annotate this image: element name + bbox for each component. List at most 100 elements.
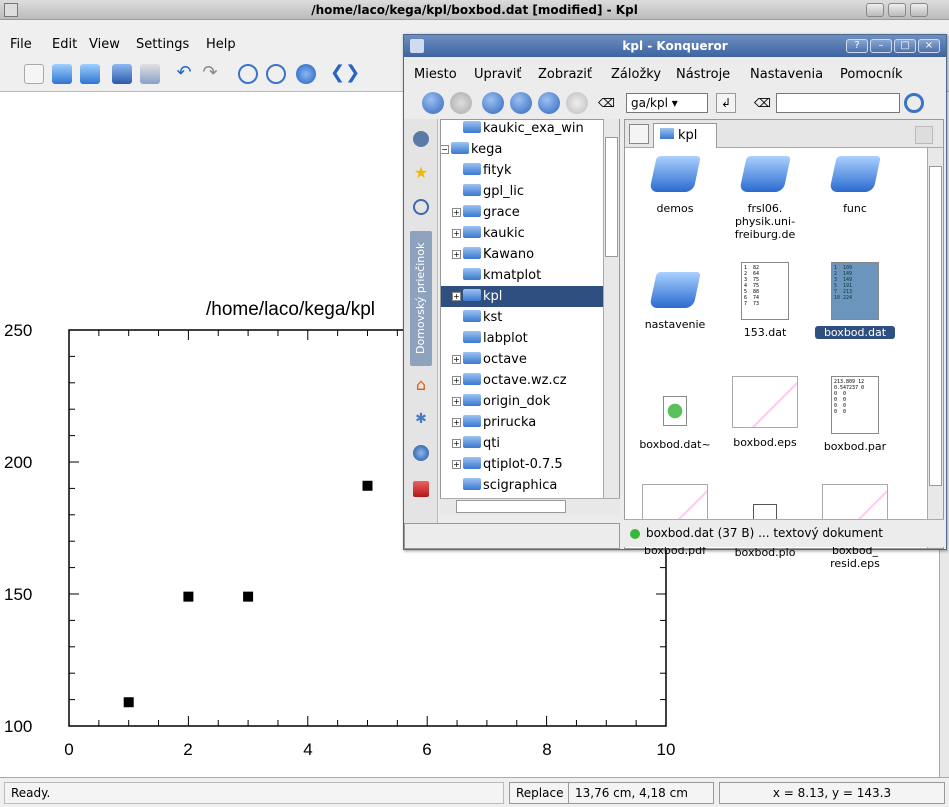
menu-nastroje[interactable]: Nástroje (676, 67, 730, 82)
tree-horizontal-scrollbar[interactable] (440, 498, 620, 515)
file-item[interactable]: boxbod.dat~ (635, 376, 715, 451)
autoscale-icon[interactable]: ❮❯ (330, 64, 360, 84)
zoom-out-icon[interactable] (266, 64, 286, 84)
file-item[interactable]: 1 109 2 149 3 149 5 191 7 213 10 224 boxb… (815, 262, 895, 339)
file-item[interactable]: demos (635, 146, 715, 215)
reload-icon[interactable] (538, 92, 560, 114)
menu-zobrazit[interactable]: Zobraziť (538, 67, 592, 82)
tree-vertical-scrollbar[interactable] (603, 119, 619, 515)
root-folder-icon[interactable] (413, 481, 429, 497)
menu-zalozky[interactable]: Záložky (611, 67, 661, 82)
search-input[interactable] (776, 93, 900, 113)
maximize-button[interactable]: □ (894, 39, 916, 53)
minimize-button[interactable]: – (870, 39, 892, 53)
minimize-button[interactable] (866, 3, 884, 17)
network-icon[interactable] (413, 445, 429, 461)
new-file-icon[interactable] (24, 64, 44, 84)
history-icon[interactable] (413, 199, 429, 215)
tab-kpl[interactable]: kpl (653, 123, 717, 148)
folder-icon (829, 156, 881, 192)
tree-node-qtiplot-0-7-5[interactable]: qtiplot-0.7.5 (441, 454, 604, 475)
home-icon[interactable]: ⌂ (413, 377, 429, 393)
redo-icon[interactable]: ↷ (200, 64, 220, 84)
stop-icon[interactable] (566, 92, 588, 114)
menu-settings[interactable]: Settings (136, 37, 189, 52)
open-file-icon[interactable] (52, 64, 72, 84)
expand-toggle[interactable]: + (452, 208, 461, 217)
expand-toggle[interactable]: + (452, 376, 461, 385)
forward-icon[interactable] (450, 92, 472, 114)
close-button[interactable]: × (918, 39, 940, 53)
file-item[interactable]: boxbod.eps (725, 376, 805, 449)
file-item[interactable]: frsl06. physik.uni- freiburg.de (725, 146, 805, 241)
clear-location-icon[interactable]: ⌫ (598, 96, 615, 110)
tree-node-kst[interactable]: kst (441, 307, 604, 328)
main-scroll-strip[interactable] (939, 550, 949, 777)
tree-node-fityk[interactable]: fityk (441, 160, 604, 181)
tree-node-gpl-lic[interactable]: gpl_lic (441, 181, 604, 202)
folder-tree[interactable]: kaukic_exa_win kega − fityk gpl_lic grace + kau… (440, 119, 620, 515)
tree-node-origin-dok[interactable]: origin_dok (441, 391, 604, 412)
back-icon[interactable] (422, 92, 444, 114)
tree-node-kpl[interactable]: kpl (441, 286, 604, 307)
tree-node-grace[interactable]: grace (441, 202, 604, 223)
expand-toggle[interactable]: + (452, 250, 461, 259)
bookmarks-sidebar-icon[interactable] (413, 131, 429, 147)
expand-toggle[interactable]: + (452, 397, 461, 406)
expand-toggle[interactable]: + (452, 439, 461, 448)
tree-node-prirucka[interactable]: prirucka (441, 412, 604, 433)
up-icon[interactable] (482, 92, 504, 114)
print-icon[interactable] (140, 64, 160, 84)
home-icon[interactable] (510, 92, 532, 114)
expand-toggle[interactable]: + (452, 355, 461, 364)
file-item[interactable]: nastavenie (635, 262, 715, 331)
expand-toggle[interactable]: + (452, 418, 461, 427)
menu-upravit[interactable]: Upraviť (474, 67, 521, 82)
home-folder-sidebar-tab[interactable]: Domovský priečinok (410, 231, 432, 366)
file-icon-view[interactable]: kpl demos frsl06. physik.uni- freiburg.de… (624, 119, 944, 570)
tree-node-octave-wz-cz[interactable]: octave.wz.cz (441, 370, 604, 391)
backup-file-icon (663, 396, 687, 426)
file-item[interactable]: 213.809 12 0.547237 0 0 0 0 0 0 0 0 0 box… (815, 376, 895, 453)
expand-toggle[interactable]: − (441, 145, 449, 154)
x-tick-labels: 0 2 4 6 8 10 (64, 740, 675, 759)
tree-node-kmatplot[interactable]: kmatplot (441, 265, 604, 286)
tree-node-kawano[interactable]: Kawano (441, 244, 604, 265)
new-tab-icon[interactable] (629, 124, 649, 144)
tree-node-qti[interactable]: qti (441, 433, 604, 454)
open-recent-icon[interactable] (80, 64, 100, 84)
tree-node-kaukic[interactable]: kaukic (441, 223, 604, 244)
menu-miesto[interactable]: Miesto (414, 67, 457, 82)
location-combo[interactable]: ga/kpl ▾ (626, 93, 708, 113)
menu-view[interactable]: View (89, 37, 120, 52)
file-name: boxbod.par (823, 440, 887, 453)
tree-node-kega[interactable]: kega (441, 139, 604, 160)
clear-search-icon[interactable]: ⌫ (754, 96, 771, 110)
maximize-button[interactable] (888, 3, 906, 17)
expand-toggle[interactable]: + (452, 292, 461, 301)
close-button[interactable] (910, 3, 928, 17)
expand-toggle[interactable]: + (452, 460, 461, 469)
help-button[interactable]: ? (846, 39, 868, 53)
menu-file[interactable]: File (10, 37, 32, 52)
file-item[interactable]: func (815, 146, 895, 215)
file-item[interactable]: 1 82 2 64 3 75 4 75 5 88 6 74 7 73 153.da… (725, 262, 805, 339)
tree-node-scigraphica[interactable]: scigraphica (441, 475, 604, 496)
go-icon[interactable]: ↲ (716, 93, 736, 113)
tree-node-octave[interactable]: octave (441, 349, 604, 370)
expand-toggle[interactable]: + (452, 229, 461, 238)
tree-node-labplot[interactable]: labplot (441, 328, 604, 349)
menu-edit[interactable]: Edit (52, 37, 77, 52)
tree-node-kaukic-exa-win[interactable]: kaukic_exa_win (441, 120, 604, 139)
save-icon[interactable] (112, 64, 132, 84)
media-icon[interactable]: ✱ (413, 411, 429, 427)
undo-icon[interactable]: ↶ (174, 64, 194, 84)
menu-nastavenia[interactable]: Nastavenia (750, 67, 823, 82)
favorites-star-icon[interactable]: ★ (413, 165, 429, 181)
menu-pomocnik[interactable]: Pomocník (840, 67, 902, 82)
zoom-in-icon[interactable] (238, 64, 258, 84)
close-tab-icon[interactable] (915, 126, 933, 144)
files-vertical-scrollbar[interactable] (927, 148, 943, 548)
reload-icon[interactable] (296, 64, 316, 84)
menu-help[interactable]: Help (206, 37, 236, 52)
